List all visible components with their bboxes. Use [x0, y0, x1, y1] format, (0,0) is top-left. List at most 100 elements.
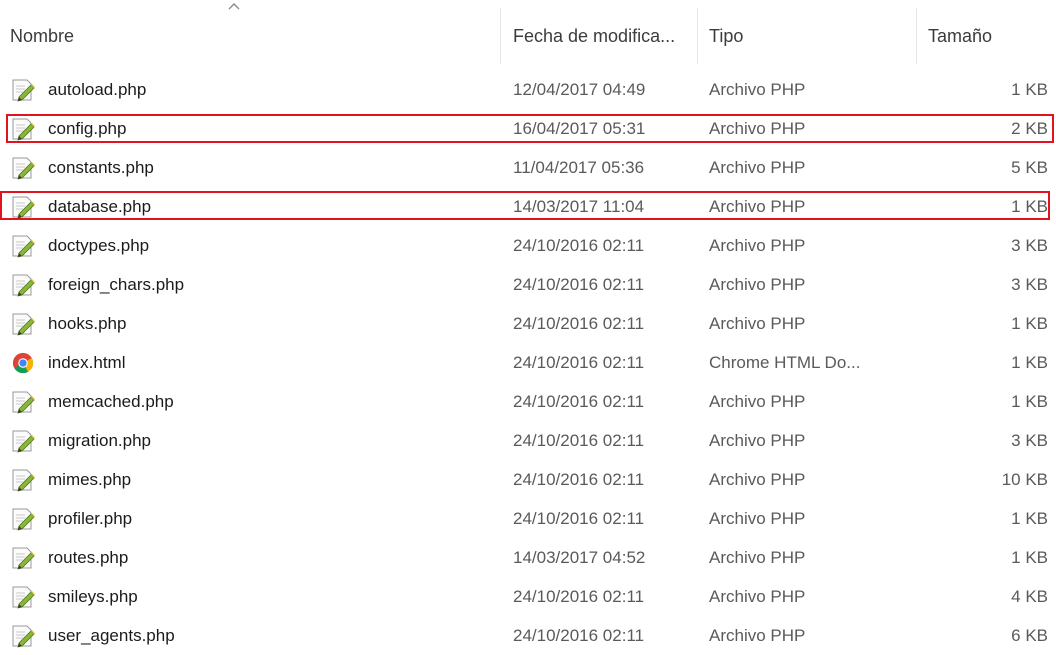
php-file-icon: [11, 468, 35, 492]
file-size: 1 KB: [1011, 197, 1048, 216]
file-row[interactable]: smileys.php 24/10/2016 02:11 Archivo PHP 4 …: [0, 577, 1056, 616]
file-name: mimes.php: [48, 470, 132, 489]
file-name: constants.php: [48, 158, 154, 177]
file-name: migration.php: [48, 431, 152, 450]
file-list: autoload.php 12/04/2017 04:49 Archivo PHP 1…: [0, 70, 1056, 655]
file-type: Archivo PHP: [709, 548, 806, 567]
file-type: Archivo PHP: [709, 119, 806, 138]
chevron-up-icon[interactable]: [228, 2, 240, 10]
file-size: 1 KB: [1011, 509, 1048, 528]
file-name: smileys.php: [48, 587, 138, 606]
file-row[interactable]: migration.php 24/10/2016 02:11 Archivo PHP…: [0, 421, 1056, 460]
php-file-icon: [11, 390, 35, 414]
file-date-modified: 11/04/2017 05:36: [513, 158, 645, 177]
file-size: 3 KB: [1011, 275, 1048, 294]
file-date-modified: 24/10/2016 02:11: [513, 509, 645, 528]
column-header-type[interactable]: Tipo: [709, 26, 743, 47]
file-name: autoload.php: [48, 80, 147, 99]
file-size: 1 KB: [1011, 548, 1048, 567]
column-header-bar: Nombre Fecha de modifica... Tipo Tamaño: [0, 0, 1056, 72]
file-type: Archivo PHP: [709, 431, 806, 450]
file-row[interactable]: routes.php 14/03/2017 04:52 Archivo PHP 1 K…: [0, 538, 1056, 577]
file-type: Archivo PHP: [709, 470, 806, 489]
file-date-modified: 24/10/2016 02:11: [513, 431, 645, 450]
file-size: 3 KB: [1011, 431, 1048, 450]
file-name: user_agents.php: [48, 626, 175, 645]
php-file-icon: [11, 234, 35, 258]
file-row[interactable]: autoload.php 12/04/2017 04:49 Archivo PHP 1…: [0, 70, 1056, 109]
file-type: Archivo PHP: [709, 626, 806, 645]
column-header-size[interactable]: Tamaño: [928, 26, 992, 47]
file-row[interactable]: mimes.php 24/10/2016 02:11 Archivo PHP 10 K…: [0, 460, 1056, 499]
file-row[interactable]: index.html 24/10/2016 02:11 Chrome HTML Do…: [0, 343, 1056, 382]
file-size: 6 KB: [1011, 626, 1048, 645]
file-name: foreign_chars.php: [48, 275, 185, 294]
file-type: Archivo PHP: [709, 236, 806, 255]
file-size: 1 KB: [1011, 353, 1048, 372]
file-row[interactable]: user_agents.php 24/10/2016 02:11 Archivo P…: [0, 616, 1056, 655]
file-date-modified: 24/10/2016 02:11: [513, 392, 645, 411]
file-name: config.php: [48, 119, 127, 138]
file-row[interactable]: memcached.php 24/10/2016 02:11 Archivo PHP…: [0, 382, 1056, 421]
file-name: memcached.php: [48, 392, 174, 411]
file-size: 5 KB: [1011, 158, 1048, 177]
file-date-modified: 16/04/2017 05:31: [513, 119, 646, 138]
php-file-icon: [11, 195, 35, 219]
column-header-name[interactable]: Nombre: [10, 26, 74, 47]
file-type: Chrome HTML Do...: [709, 353, 861, 372]
file-name: index.html: [48, 353, 126, 372]
php-file-icon: [11, 585, 35, 609]
file-size: 2 KB: [1011, 119, 1048, 138]
column-divider[interactable]: [697, 8, 698, 64]
file-size: 1 KB: [1011, 314, 1048, 333]
file-row[interactable]: hooks.php 24/10/2016 02:11 Archivo PHP 1 KB: [0, 304, 1056, 343]
column-divider[interactable]: [916, 8, 917, 64]
file-date-modified: 24/10/2016 02:11: [513, 626, 645, 645]
file-name: profiler.php: [48, 509, 133, 528]
file-name: hooks.php: [48, 314, 127, 333]
file-type: Archivo PHP: [709, 587, 806, 606]
php-file-icon: [11, 273, 35, 297]
file-type: Archivo PHP: [709, 80, 806, 99]
php-file-icon: [11, 156, 35, 180]
file-row[interactable]: doctypes.php 24/10/2016 02:11 Archivo PHP 3…: [0, 226, 1056, 265]
file-size: 3 KB: [1011, 236, 1048, 255]
file-row[interactable]: foreign_chars.php 24/10/2016 02:11 Archivo…: [0, 265, 1056, 304]
php-file-icon: [11, 546, 35, 570]
file-date-modified: 12/04/2017 04:49: [513, 80, 646, 99]
file-name: routes.php: [48, 548, 129, 567]
file-date-modified: 24/10/2016 02:11: [513, 587, 645, 606]
php-file-icon: [11, 429, 35, 453]
file-name: doctypes.php: [48, 236, 150, 255]
file-type: Archivo PHP: [709, 314, 806, 333]
file-type: Archivo PHP: [709, 509, 806, 528]
file-date-modified: 24/10/2016 02:11: [513, 314, 645, 333]
file-size: 1 KB: [1011, 80, 1048, 99]
column-header-date[interactable]: Fecha de modifica...: [513, 26, 675, 47]
php-file-icon: [11, 507, 35, 531]
file-date-modified: 24/10/2016 02:11: [513, 470, 645, 489]
file-name: database.php: [48, 197, 152, 216]
file-row[interactable]: constants.php 11/04/2017 05:36 Archivo PHP…: [0, 148, 1056, 187]
file-row[interactable]: config.php 16/04/2017 05:31 Archivo PHP 2 K…: [0, 109, 1056, 148]
file-type: Archivo PHP: [709, 197, 806, 216]
file-row[interactable]: database.php 14/03/2017 11:04 Archivo PHP 1…: [0, 187, 1056, 226]
file-type: Archivo PHP: [709, 158, 806, 177]
php-file-icon: [11, 78, 35, 102]
file-size: 10 KB: [1001, 470, 1048, 489]
file-size: 4 KB: [1011, 587, 1048, 606]
file-date-modified: 14/03/2017 11:04: [513, 197, 645, 216]
file-row[interactable]: profiler.php 24/10/2016 02:11 Archivo PHP 1…: [0, 499, 1056, 538]
file-size: 1 KB: [1011, 392, 1048, 411]
file-date-modified: 24/10/2016 02:11: [513, 353, 645, 372]
column-divider[interactable]: [500, 8, 501, 64]
file-type: Archivo PHP: [709, 275, 806, 294]
php-file-icon: [11, 624, 35, 648]
file-type: Archivo PHP: [709, 392, 806, 411]
file-date-modified: 24/10/2016 02:11: [513, 275, 645, 294]
file-date-modified: 14/03/2017 04:52: [513, 548, 646, 567]
file-date-modified: 24/10/2016 02:11: [513, 236, 645, 255]
chrome-icon: [12, 352, 36, 376]
php-file-icon: [11, 312, 35, 336]
php-file-icon: [11, 117, 35, 141]
